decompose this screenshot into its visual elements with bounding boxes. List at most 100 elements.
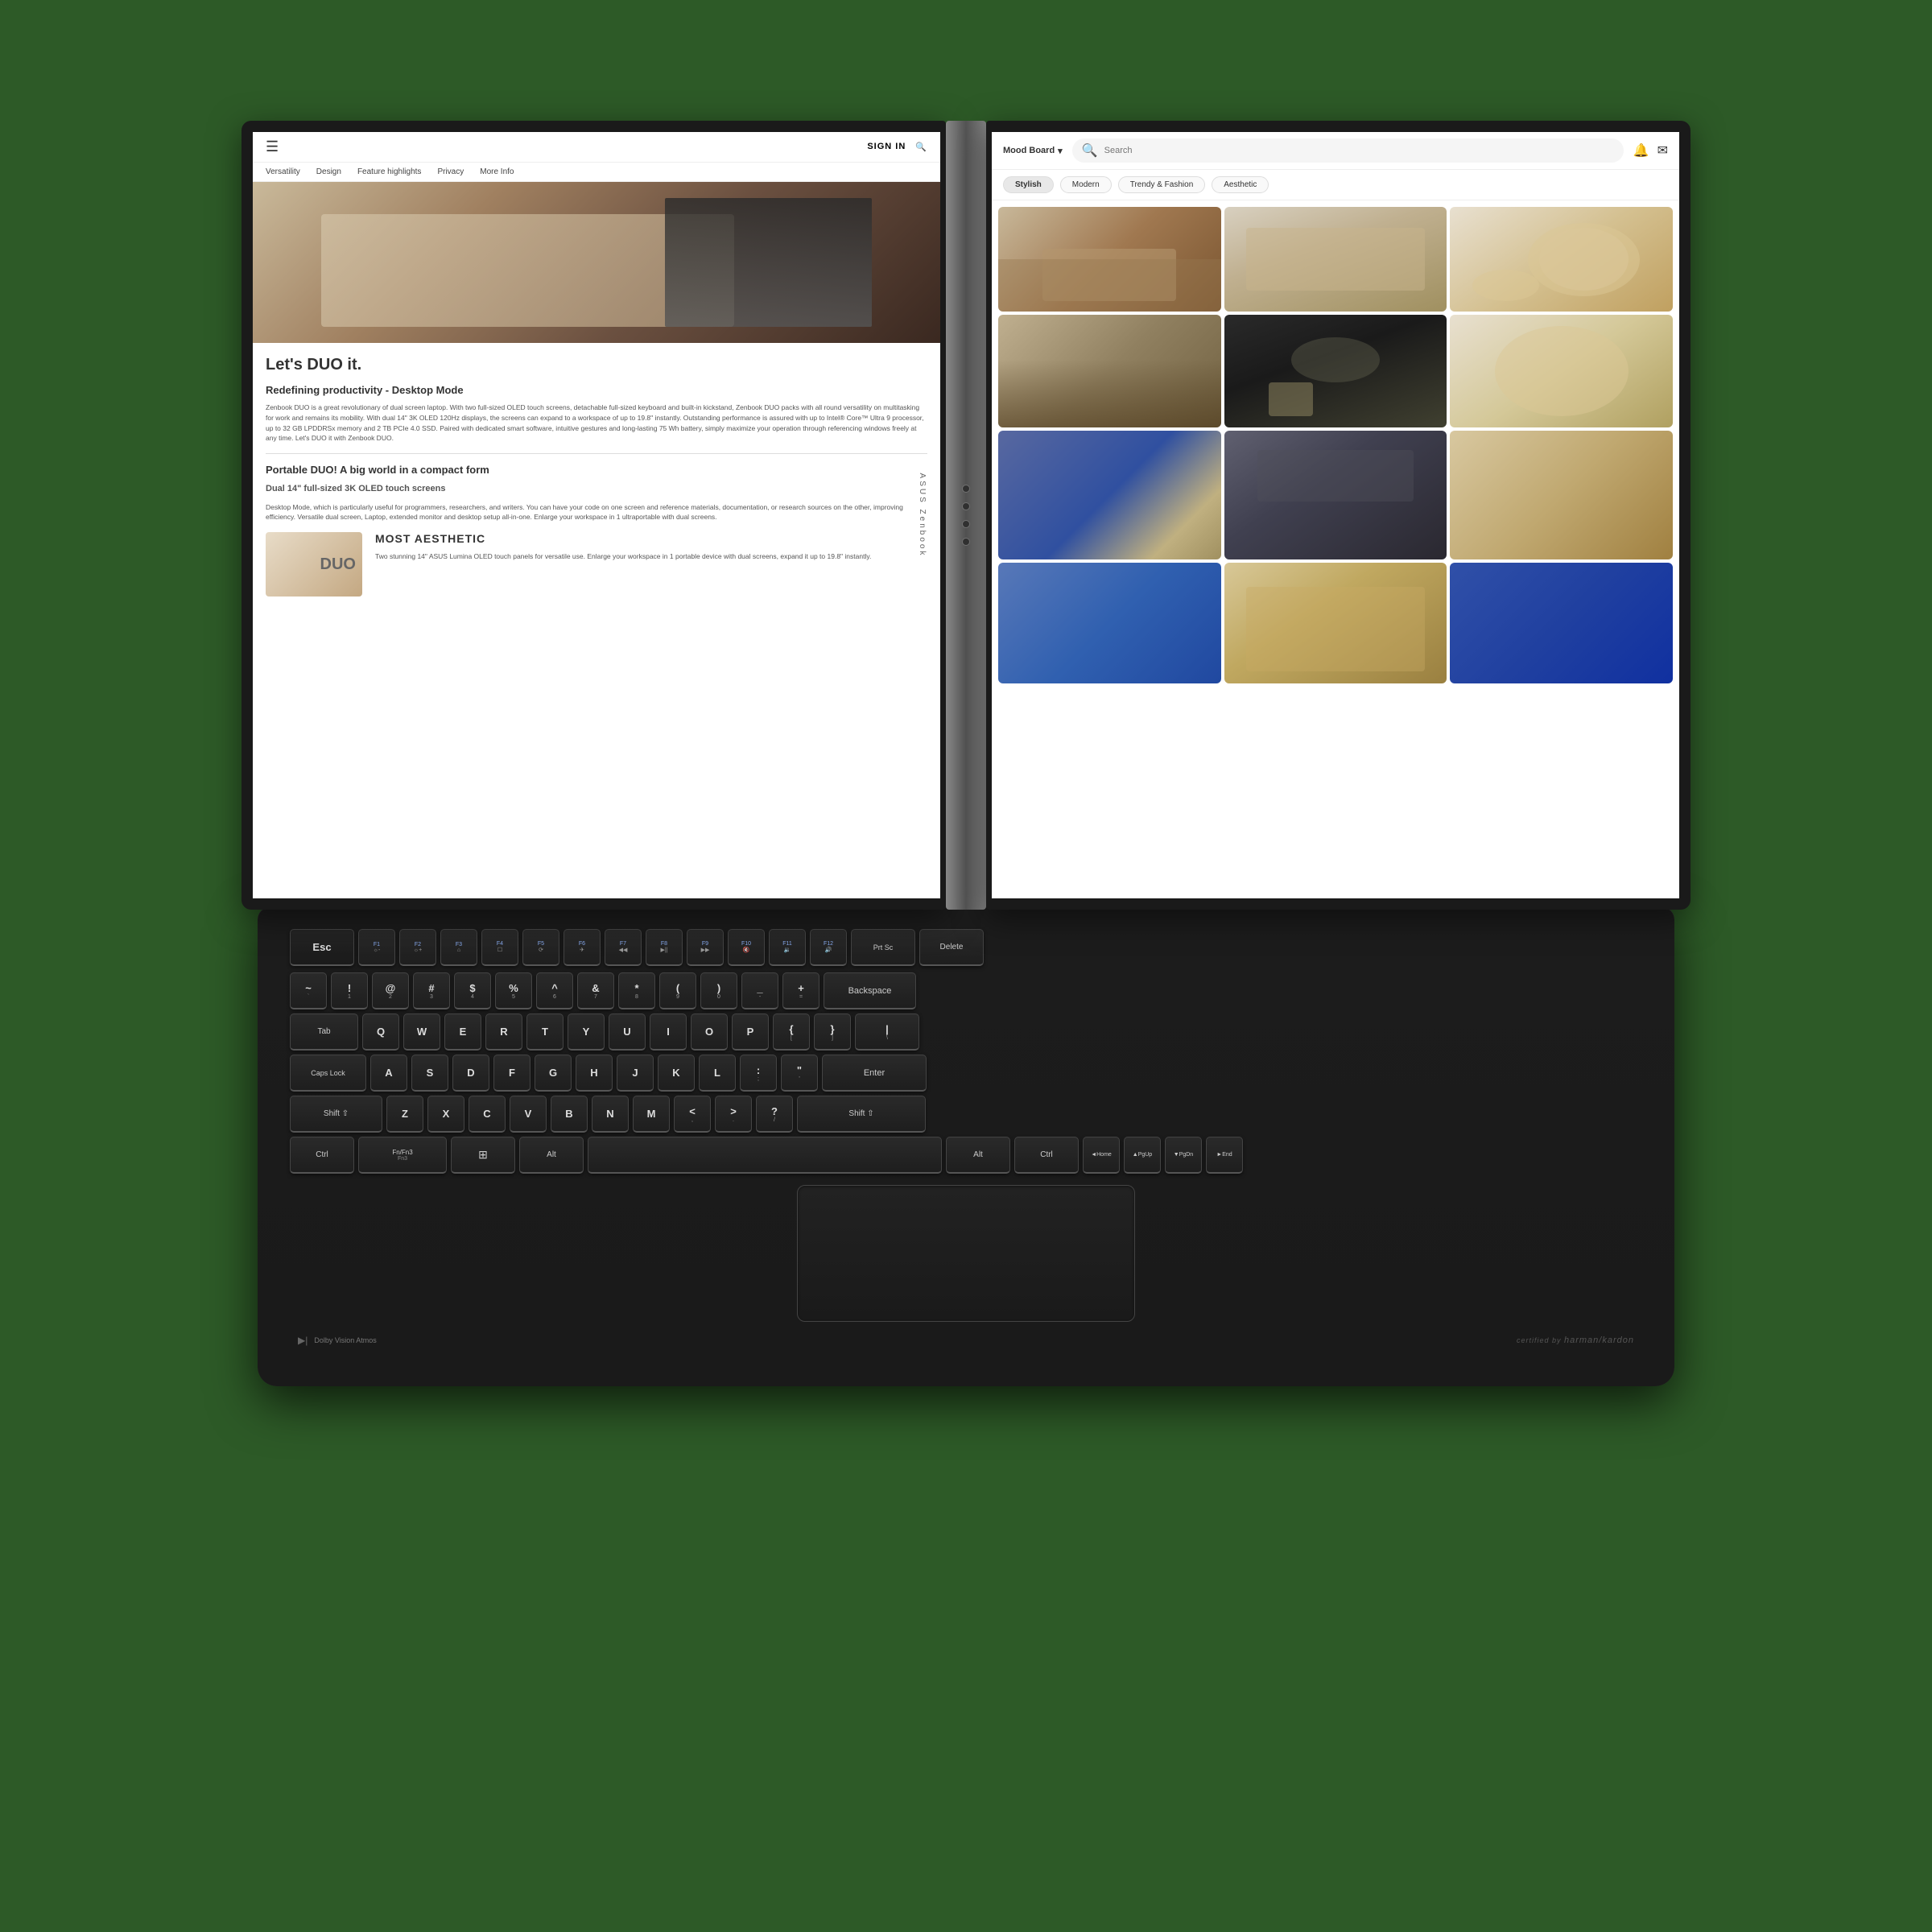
key-f6[interactable]: F6✈ — [564, 929, 601, 966]
notification-icon[interactable]: 🔔 — [1633, 142, 1649, 159]
key-win[interactable]: ⊞ — [451, 1137, 515, 1174]
key-f9[interactable]: F9▶▶ — [687, 929, 724, 966]
tag-stylish[interactable]: Stylish — [1003, 176, 1054, 193]
nav-more[interactable]: More Info — [480, 167, 514, 176]
search-icon[interactable]: 🔍 — [915, 142, 927, 152]
key-delete[interactable]: Delete — [919, 929, 984, 966]
key-s[interactable]: S — [411, 1055, 448, 1092]
key-pgdn[interactable]: ▼PgDn — [1165, 1137, 1202, 1174]
mood-item-6[interactable] — [1450, 315, 1673, 427]
mood-item-3[interactable] — [1450, 207, 1673, 312]
key-capslock[interactable]: Caps Lock — [290, 1055, 366, 1092]
key-space[interactable] — [588, 1137, 942, 1174]
key-minus[interactable]: _- — [741, 972, 778, 1009]
mood-item-5[interactable] — [1224, 315, 1447, 427]
key-n[interactable]: N — [592, 1096, 629, 1133]
key-o[interactable]: O — [691, 1013, 728, 1051]
key-w[interactable]: W — [403, 1013, 440, 1051]
key-l[interactable]: L — [699, 1055, 736, 1092]
key-6[interactable]: ^6 — [536, 972, 573, 1009]
mood-item-4[interactable] — [998, 315, 1221, 427]
mood-item-1[interactable] — [998, 207, 1221, 312]
key-y[interactable]: Y — [568, 1013, 605, 1051]
key-fn[interactable]: Fn/Fn3Fn3 — [358, 1137, 447, 1174]
key-end[interactable]: ►End — [1206, 1137, 1243, 1174]
sign-in-link[interactable]: SIGN IN — [867, 142, 906, 152]
key-backtick[interactable]: ~` — [290, 972, 327, 1009]
hamburger-icon[interactable]: ☰ — [266, 138, 279, 155]
key-f[interactable]: F — [493, 1055, 530, 1092]
key-1[interactable]: !1 — [331, 972, 368, 1009]
key-backslash[interactable]: |\ — [855, 1013, 919, 1051]
key-home[interactable]: ◄Home — [1083, 1137, 1120, 1174]
mood-item-7[interactable] — [998, 431, 1221, 559]
key-5[interactable]: %5 — [495, 972, 532, 1009]
key-f7[interactable]: F7◀◀ — [605, 929, 642, 966]
key-q[interactable]: Q — [362, 1013, 399, 1051]
mood-item-9[interactable] — [1450, 431, 1673, 559]
key-v[interactable]: V — [510, 1096, 547, 1133]
key-d[interactable]: D — [452, 1055, 489, 1092]
key-b[interactable]: B — [551, 1096, 588, 1133]
key-a[interactable]: A — [370, 1055, 407, 1092]
key-t[interactable]: T — [526, 1013, 564, 1051]
tag-modern[interactable]: Modern — [1060, 176, 1112, 193]
key-equals[interactable]: += — [782, 972, 819, 1009]
mail-icon[interactable]: ✉ — [1657, 142, 1668, 159]
key-f4[interactable]: F4☐ — [481, 929, 518, 966]
key-f12[interactable]: F12🔊 — [810, 929, 847, 966]
mood-item-11[interactable] — [1224, 563, 1447, 683]
tag-aesthetic[interactable]: Aesthetic — [1212, 176, 1269, 193]
key-z[interactable]: Z — [386, 1096, 423, 1133]
key-f5[interactable]: F5⟳ — [522, 929, 559, 966]
key-0[interactable]: )0 — [700, 972, 737, 1009]
nav-design[interactable]: Design — [316, 167, 341, 176]
key-4[interactable]: $4 — [454, 972, 491, 1009]
key-backspace[interactable]: Backspace — [824, 972, 916, 1009]
key-semicolon[interactable]: :; — [740, 1055, 777, 1092]
key-i[interactable]: I — [650, 1013, 687, 1051]
key-p[interactable]: P — [732, 1013, 769, 1051]
key-prtsc[interactable]: Prt Sc — [851, 929, 915, 966]
key-c[interactable]: C — [469, 1096, 506, 1133]
key-m[interactable]: M — [633, 1096, 670, 1133]
key-ctrl-left[interactable]: Ctrl — [290, 1137, 354, 1174]
nav-features[interactable]: Feature highlights — [357, 167, 422, 176]
key-f1[interactable]: F1☼- — [358, 929, 395, 966]
key-2[interactable]: @2 — [372, 972, 409, 1009]
key-3[interactable]: #3 — [413, 972, 450, 1009]
mood-item-10[interactable] — [998, 563, 1221, 683]
nav-versatility[interactable]: Versatility — [266, 167, 300, 176]
key-quote[interactable]: "' — [781, 1055, 818, 1092]
nav-privacy[interactable]: Privacy — [437, 167, 464, 176]
key-j[interactable]: J — [617, 1055, 654, 1092]
key-7[interactable]: &7 — [577, 972, 614, 1009]
search-bar[interactable]: 🔍 — [1072, 138, 1624, 163]
key-shift-left[interactable]: Shift ⇧ — [290, 1096, 382, 1133]
key-slash[interactable]: ?/ — [756, 1096, 793, 1133]
key-r[interactable]: R — [485, 1013, 522, 1051]
search-input[interactable] — [1104, 146, 1614, 155]
tag-trendy[interactable]: Trendy & Fashion — [1118, 176, 1206, 193]
key-rbracket[interactable]: }] — [814, 1013, 851, 1051]
key-lbracket[interactable]: {[ — [773, 1013, 810, 1051]
key-f10[interactable]: F10🔇 — [728, 929, 765, 966]
mood-item-8[interactable] — [1224, 431, 1447, 559]
key-alt-right[interactable]: Alt — [946, 1137, 1010, 1174]
key-u[interactable]: U — [609, 1013, 646, 1051]
key-ctrl-right[interactable]: Ctrl — [1014, 1137, 1079, 1174]
key-9[interactable]: (9 — [659, 972, 696, 1009]
key-f3[interactable]: F3⌂ — [440, 929, 477, 966]
key-comma[interactable]: <, — [674, 1096, 711, 1133]
touchpad[interactable] — [797, 1185, 1135, 1322]
mood-item-12[interactable] — [1450, 563, 1673, 683]
key-k[interactable]: K — [658, 1055, 695, 1092]
key-shift-right[interactable]: Shift ⇧ — [797, 1096, 926, 1133]
key-period[interactable]: >. — [715, 1096, 752, 1133]
mood-item-2[interactable] — [1224, 207, 1447, 312]
key-e[interactable]: E — [444, 1013, 481, 1051]
key-pgup[interactable]: ▲PgUp — [1124, 1137, 1161, 1174]
key-enter[interactable]: Enter — [822, 1055, 927, 1092]
key-esc[interactable]: Esc — [290, 929, 354, 966]
key-g[interactable]: G — [535, 1055, 572, 1092]
